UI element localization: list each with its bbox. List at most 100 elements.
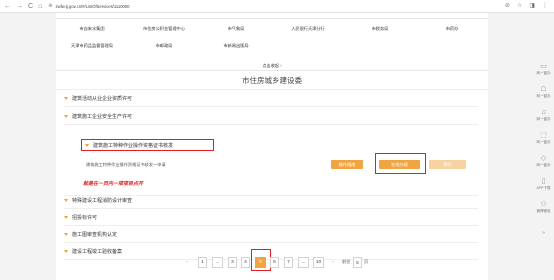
divider (64, 225, 478, 226)
sidebar-tool[interactable]: ◇ 网一窗办 (533, 155, 554, 168)
dept-link[interactable]: 市新闻出版局 (200, 43, 272, 49)
sidebar-toggle-icon[interactable]: ◨ (529, 3, 535, 9)
service-item[interactable]: 建筑活动从业企业资质许可 (64, 95, 132, 102)
service-item[interactable]: 特殊建设工程消防设计审查 (64, 197, 132, 204)
browser-nav: ← → C ⌂ (0, 3, 42, 10)
service-item-label: 特殊建设工程消防设计审查 (72, 198, 133, 204)
sidebar-tool-label: 网一窗办 (536, 71, 551, 75)
dept-link[interactable]: 市税务局 (344, 26, 416, 32)
annotation-note: 就是在一页内一项项目点开 (83, 181, 144, 187)
guide-button[interactable]: 操作指南 (331, 160, 363, 169)
dept-link[interactable]: 市邮政局 (128, 43, 200, 49)
forward-icon[interactable]: → (16, 3, 23, 10)
appointment-button[interactable]: 预约 (429, 160, 466, 169)
dept-link[interactable]: 人民银行天津分行 (272, 26, 344, 32)
divider (56, 89, 488, 90)
page-ellipsis[interactable]: ... (298, 257, 309, 268)
window-icon: ▭ (540, 63, 547, 70)
address-bar[interactable]: ⊕ zwfw.tj.gov.cn/#/ListOfServices/111000… (48, 3, 129, 9)
expand-triangle-icon (64, 97, 68, 100)
divider (56, 70, 488, 71)
dept-row: 天津市药品监督管理局 市邮政局 市新闻出版局 (56, 43, 488, 49)
goto-suffix: 页 (364, 259, 369, 264)
main-page: 市自来水集团 市住房公积金管理中心 市气象局 人民银行天津分行 市税务局 市药办… (56, 13, 488, 280)
service-item-expanded[interactable]: 建筑施工特种作业操作资格证书核发 (81, 139, 214, 151)
service-item-label: 建筑施工企业安全生产许可 (72, 114, 133, 120)
service-item-label: 建筑活动从业企业资质许可 (72, 96, 133, 102)
back-icon[interactable]: ← (4, 3, 11, 10)
menu-icon[interactable]: ⋮ (542, 3, 548, 9)
dept-cell[interactable] (128, 13, 200, 19)
divider (64, 106, 478, 107)
page-button[interactable]: 6 (270, 257, 279, 268)
prev-page-button[interactable]: ‹ (183, 257, 191, 268)
home-icon[interactable]: ⌂ (38, 3, 42, 10)
collapse-toggle[interactable]: 点击收起 › (56, 63, 488, 69)
hall-icon: ☖ (540, 86, 547, 93)
service-item-label: 建设工程竣工验收备案 (72, 249, 123, 255)
section-title: 市住房城乡建设委 (242, 76, 302, 85)
sidebar-tool-label: 网一窗办 (536, 117, 551, 121)
expand-triangle-icon (85, 143, 89, 147)
page-button[interactable]: 7 (284, 257, 293, 268)
divider (64, 195, 478, 196)
next-page-button[interactable]: › (329, 257, 337, 268)
service-item-label: 建筑施工特种作业操作资格证书核发 (93, 142, 174, 149)
sidebar-tool[interactable]: ⬚ 网一窗办 (533, 132, 554, 145)
dept-cell[interactable] (344, 13, 416, 19)
sidebar-tool-label: 微博微信 (536, 209, 551, 213)
double-chevron-icon: » (542, 230, 545, 236)
sidebar-tool-label: 网一窗办 (536, 163, 551, 167)
reload-icon[interactable]: C (28, 3, 33, 10)
page-button[interactable]: 3 (228, 257, 237, 268)
address-url[interactable]: zwfw.tj.gov.cn/#/ListOfServices/1110000 (56, 4, 130, 9)
service-item-label: 施工图审查机构认定 (72, 232, 118, 238)
service-item[interactable]: 建设工程竣工验收备案 (64, 248, 122, 255)
sidebar-tool-label: 网一窗办 (536, 140, 551, 144)
service-item-label: 招投标许可 (72, 215, 98, 221)
expand-triangle-icon (64, 216, 68, 219)
dept-link[interactable]: 市住房公积金管理中心 (128, 26, 200, 32)
sidebar-tool[interactable]: ⚇ 微博微信 (533, 201, 554, 214)
page-button[interactable]: 4 (241, 257, 250, 268)
collapse-side-icon[interactable]: » (533, 229, 554, 237)
dept-link[interactable]: 市自来水集团 (56, 26, 128, 32)
service-item[interactable]: 施工图审查机构认定 (64, 231, 117, 238)
dept-row-cut (56, 13, 488, 20)
service-item[interactable]: 招投标许可 (64, 214, 97, 221)
dept-link[interactable]: 天津市药品监督管理局 (56, 43, 128, 49)
page-ellipsis[interactable]: ... (212, 257, 223, 268)
expand-triangle-icon (64, 233, 68, 236)
sub-service-label[interactable]: 建筑施工特种作业操作资格证书核发—申请 (86, 162, 166, 168)
sidebar-tool-label: APP下载 (536, 186, 551, 190)
share-icon: ⚇ (540, 201, 547, 208)
divider (64, 208, 478, 209)
expand-triangle-icon (64, 250, 68, 253)
chat-icon: ◇ (540, 155, 547, 162)
page-button-active[interactable]: 5 (255, 257, 266, 268)
blocked-icon[interactable]: ⊘ (505, 3, 510, 9)
page-button[interactable]: 10 (313, 257, 324, 268)
browser-right-icons: ⊘ ☆ ◨ ⋮ (505, 3, 554, 9)
sidebar-tool-label: 网一窗办 (536, 94, 551, 98)
dept-cell[interactable] (416, 13, 488, 19)
page-button[interactable]: 1 (198, 257, 207, 268)
goto-prefix: 前往 (342, 259, 351, 264)
sidebar-tool[interactable]: ▭ 网一窗办 (533, 63, 554, 76)
star-icon[interactable]: ☆ (517, 3, 522, 9)
sidebar-tool[interactable]: ♫ 网一窗办 (533, 109, 554, 122)
dept-link[interactable]: 市药办 (416, 26, 488, 32)
dept-cell[interactable] (56, 13, 128, 19)
sidebar-tool[interactable]: ☖ 网一窗办 (533, 86, 554, 99)
expand-triangle-icon (64, 115, 68, 118)
divider (64, 242, 478, 243)
service-item[interactable]: 建筑施工企业安全生产许可 (64, 113, 132, 120)
browser-toolbar: ← → C ⌂ ⊕ zwfw.tj.gov.cn/#/ListOfService… (0, 0, 554, 13)
goto-page-input[interactable]: 5 (353, 257, 362, 268)
dept-cell[interactable] (200, 13, 272, 19)
sidebar-tool[interactable]: ▯ APP下载 (533, 178, 554, 191)
dept-link[interactable]: 市气象局 (200, 26, 272, 32)
online-apply-button[interactable]: 在线办理 (379, 160, 420, 169)
lock-icon: ⊕ (48, 3, 53, 9)
dept-cell[interactable] (272, 13, 344, 19)
